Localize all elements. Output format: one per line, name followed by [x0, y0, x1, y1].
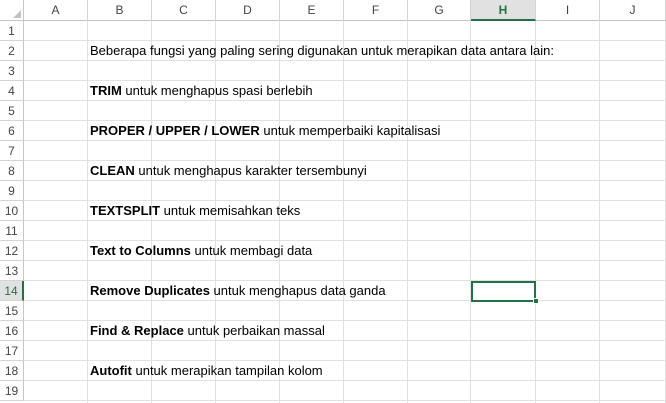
cell-b2-intro[interactable]: Beberapa fungsi yang paling sering digun… [90, 41, 554, 61]
row-header-1[interactable]: 1 [0, 21, 24, 41]
gridline [535, 21, 536, 403]
row-header-2[interactable]: 2 [0, 41, 24, 61]
row-header-8[interactable]: 8 [0, 161, 24, 181]
row-header-15[interactable]: 15 [0, 301, 24, 321]
cell-b14[interactable]: Remove Duplicates untuk menghapus data g… [90, 281, 386, 301]
row-header-3[interactable]: 3 [0, 61, 24, 81]
gridline [599, 21, 600, 403]
function-name: PROPER / UPPER / LOWER [90, 123, 260, 138]
row-header-16[interactable]: 16 [0, 321, 24, 341]
function-description: untuk membagi data [190, 243, 313, 258]
function-description: untuk perbaikan massal [183, 323, 325, 338]
row-header-10[interactable]: 10 [0, 201, 24, 221]
row-header-14[interactable]: 14 [0, 281, 24, 301]
function-name: CLEAN [90, 163, 135, 178]
function-name: TRIM [90, 83, 122, 98]
function-name: Find & Replace [90, 323, 184, 338]
column-header-b[interactable]: B [88, 0, 152, 21]
row-header-4[interactable]: 4 [0, 81, 24, 101]
column-header-f[interactable]: F [344, 0, 408, 21]
row-header-19[interactable]: 19 [0, 381, 24, 401]
row-header-5[interactable]: 5 [0, 101, 24, 121]
cell-b16[interactable]: Find & Replace untuk perbaikan massal [90, 321, 325, 341]
cell-b12[interactable]: Text to Columns untuk membagi data [90, 241, 312, 261]
function-description: untuk memisahkan teks [160, 203, 301, 218]
column-header-h[interactable]: H [471, 0, 536, 21]
row-header-13[interactable]: 13 [0, 261, 24, 281]
row-header-6[interactable]: 6 [0, 121, 24, 141]
cell-b8[interactable]: CLEAN untuk menghapus karakter tersembun… [90, 161, 367, 181]
row-header-17[interactable]: 17 [0, 341, 24, 361]
function-description: untuk memperbaiki kapitalisasi [259, 123, 441, 138]
column-header-e[interactable]: E [280, 0, 344, 21]
column-header-j[interactable]: J [600, 0, 666, 21]
function-description: untuk menghapus data ganda [209, 283, 386, 298]
function-name: Autofit [90, 363, 132, 378]
gridline [407, 21, 408, 403]
function-name: Text to Columns [90, 243, 191, 258]
row-header-11[interactable]: 11 [0, 221, 24, 241]
column-header-g[interactable]: G [408, 0, 471, 21]
select-all-triangle-icon [13, 10, 21, 18]
cell-b4[interactable]: TRIM untuk menghapus spasi berlebih [90, 81, 313, 101]
cell-b10[interactable]: TEXTSPLIT untuk memisahkan teks [90, 201, 300, 221]
spreadsheet: A B C D E F G H I J 1 2 3 4 5 6 7 8 9 10… [0, 0, 666, 403]
gridline [470, 21, 471, 403]
column-header-a[interactable]: A [24, 0, 88, 21]
cell-b18[interactable]: Autofit untuk merapikan tampilan kolom [90, 361, 323, 381]
cell-b6[interactable]: PROPER / UPPER / LOWER untuk memperbaiki… [90, 121, 440, 141]
row-header-18[interactable]: 18 [0, 361, 24, 381]
column-header-d[interactable]: D [216, 0, 280, 21]
function-description: untuk menghapus karakter tersembunyi [134, 163, 367, 178]
gridline [343, 21, 344, 403]
column-header-c[interactable]: C [152, 0, 216, 21]
function-description: untuk menghapus spasi berlebih [121, 83, 313, 98]
function-name: Remove Duplicates [90, 283, 210, 298]
row-header-9[interactable]: 9 [0, 181, 24, 201]
row-header-12[interactable]: 12 [0, 241, 24, 261]
gridline [87, 21, 88, 403]
row-header-7[interactable]: 7 [0, 141, 24, 161]
fill-handle[interactable] [533, 298, 539, 304]
select-all-corner[interactable] [0, 0, 24, 21]
function-description: untuk merapikan tampilan kolom [131, 363, 323, 378]
column-header-i[interactable]: I [536, 0, 600, 21]
function-name: TEXTSPLIT [90, 203, 161, 218]
gridline [24, 400, 666, 401]
active-cell-h14[interactable] [471, 281, 536, 302]
